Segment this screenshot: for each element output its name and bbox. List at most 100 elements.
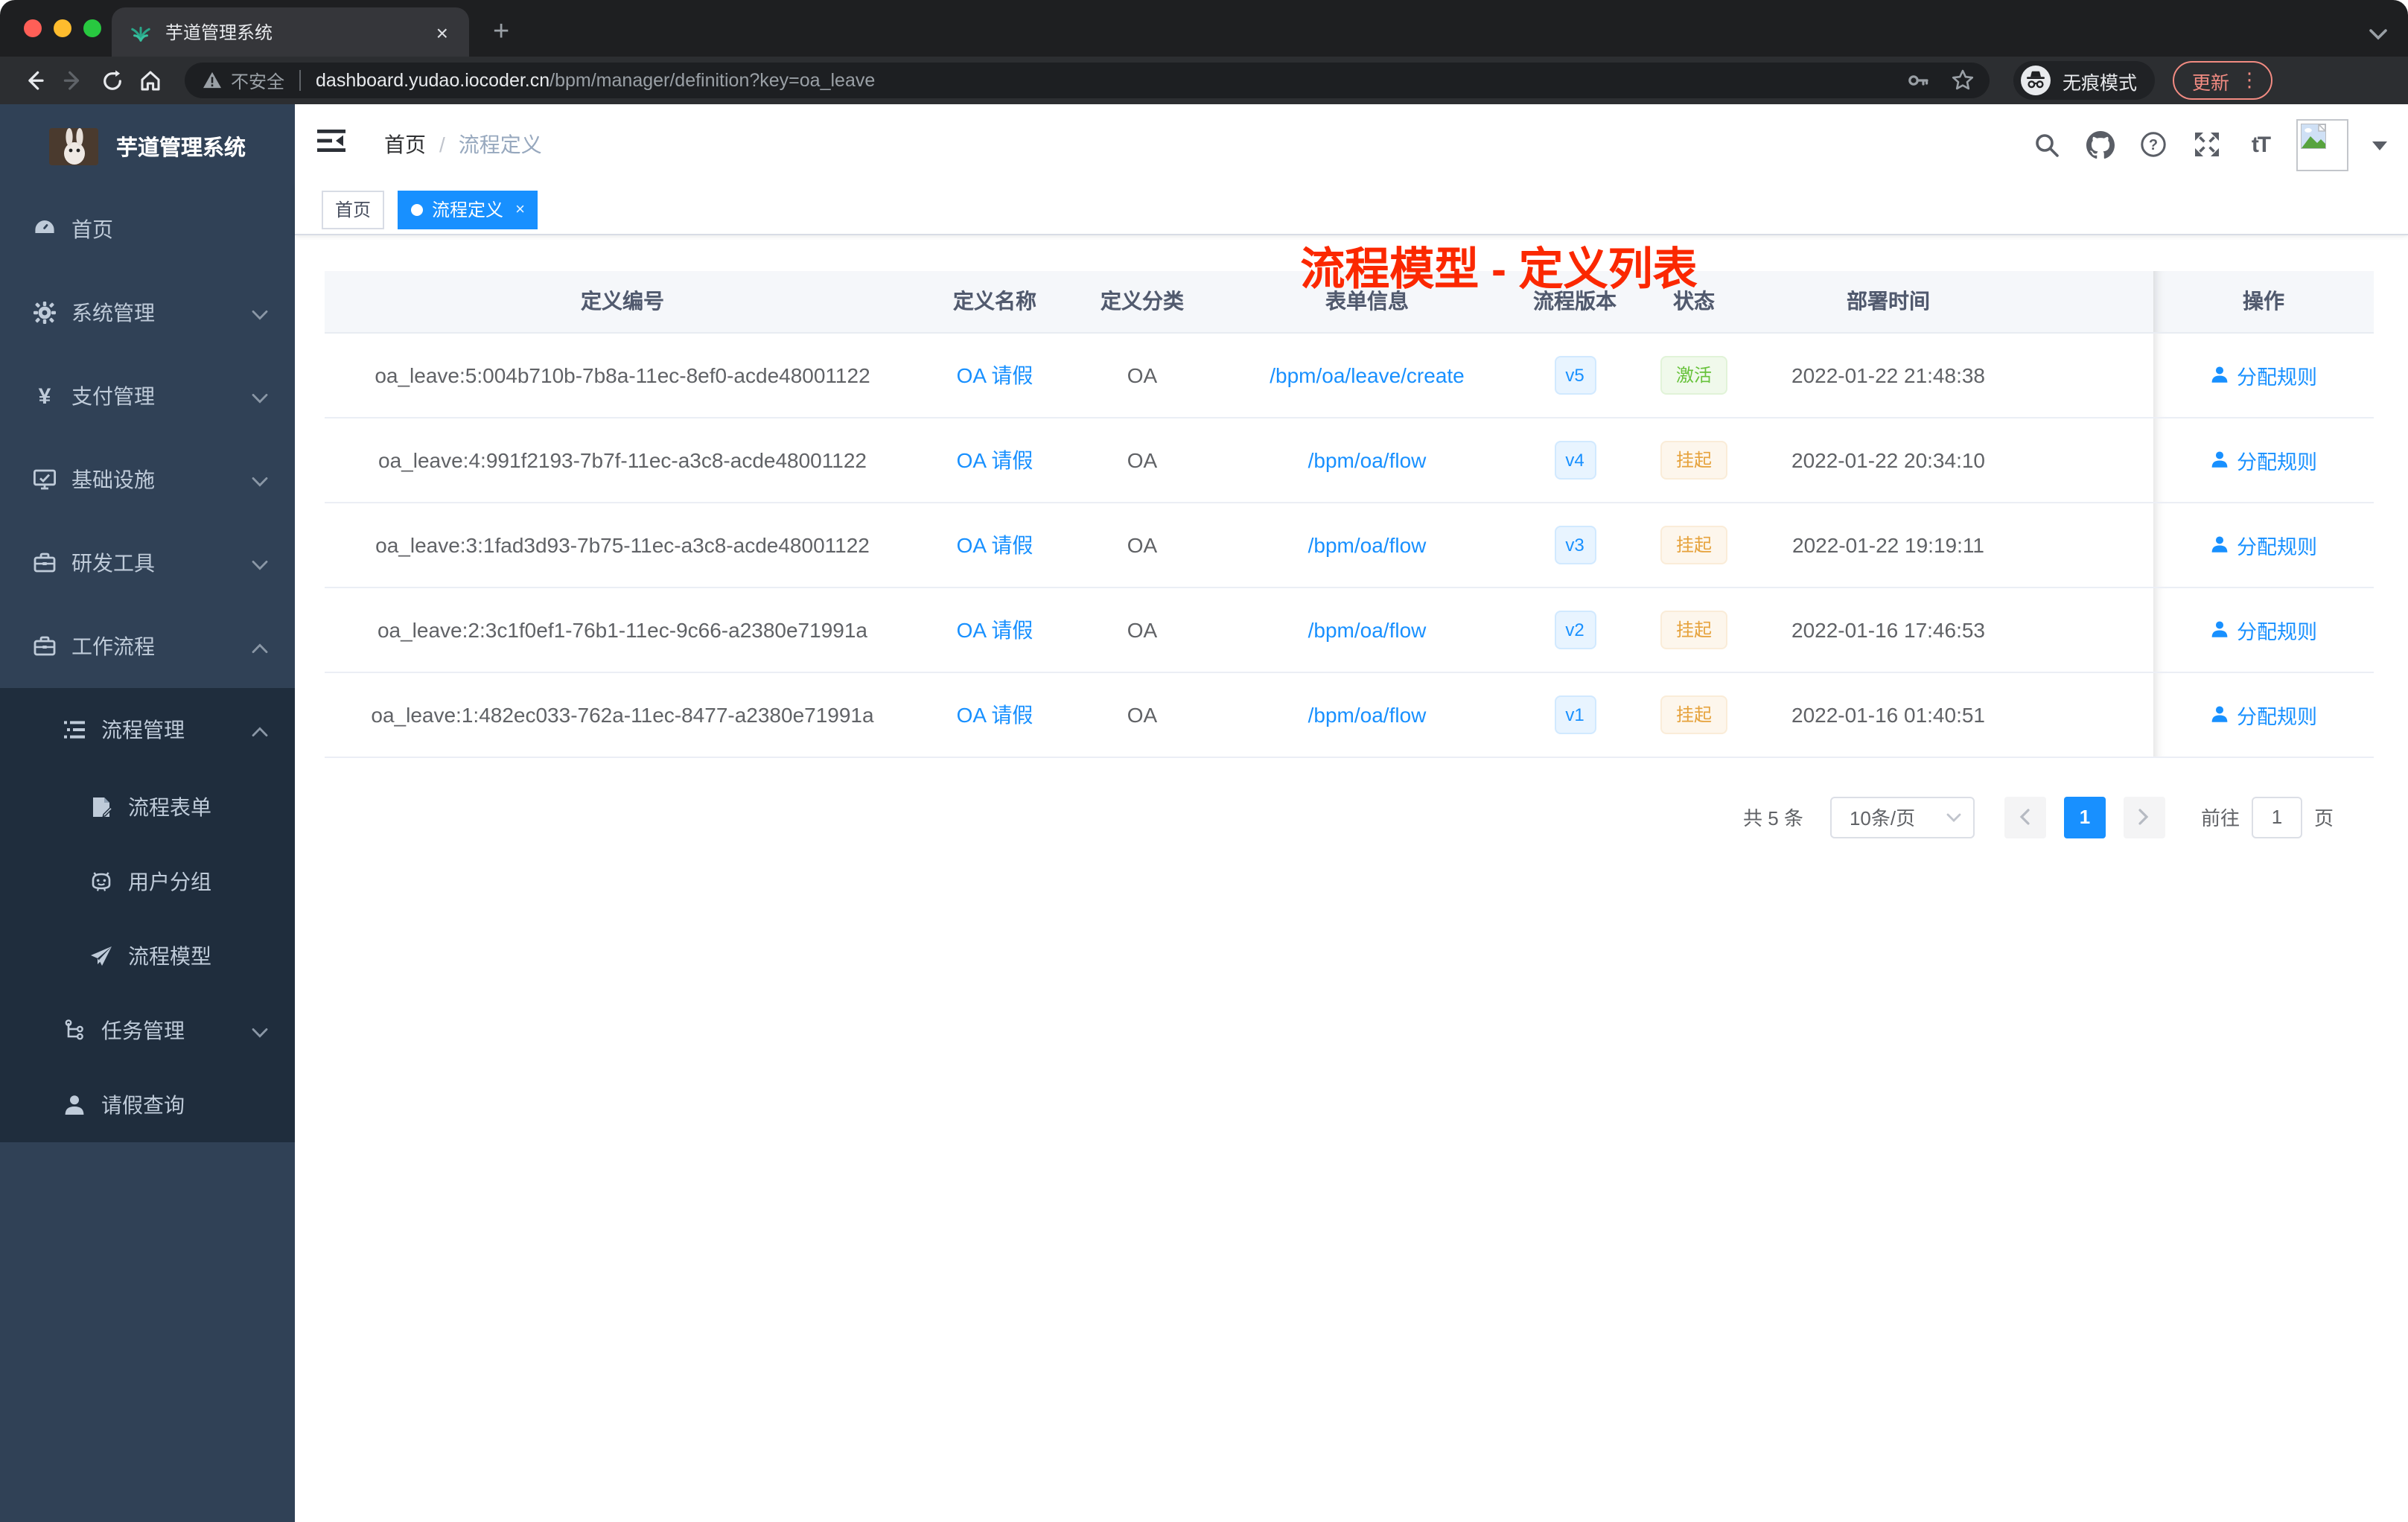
- help-icon[interactable]: ?: [2138, 130, 2168, 159]
- monitor-icon: [33, 468, 57, 491]
- assign-rule-button[interactable]: 分配规则: [2210, 699, 2317, 729]
- robot-icon: [89, 870, 113, 894]
- home-button[interactable]: [134, 64, 167, 97]
- page-content: 定义编号 定义名称 定义分类 表单信息 流程版本 状态 部署时间 操作 oa_l…: [295, 235, 2408, 838]
- tag-close-icon[interactable]: ×: [515, 200, 525, 218]
- page-number-button[interactable]: 1: [2063, 796, 2106, 838]
- breadcrumb: 首页 / 流程定义: [384, 130, 542, 159]
- col-status: 状态: [1631, 271, 1757, 333]
- assign-rule-button[interactable]: 分配规则: [2210, 529, 2317, 559]
- table-row: oa_leave:2:3c1f0ef1-76b1-11ec-9c66-a2380…: [325, 587, 2374, 672]
- sidebar-item-workflow[interactable]: 工作流程: [0, 605, 295, 688]
- main-area: 首页 / 流程定义 ? tT 首页 流程定义 × 定义编号 定义名称 定义分类 …: [295, 104, 2408, 1522]
- definition-name-link[interactable]: OA 请假: [957, 532, 1033, 556]
- col-process-version: 流程版本: [1519, 271, 1631, 333]
- font-size-icon[interactable]: tT: [2246, 130, 2275, 159]
- sidebar-collapse-icon[interactable]: [317, 128, 345, 161]
- user-icon: [2211, 451, 2228, 468]
- version-badge: v4: [1554, 440, 1596, 479]
- sidebar-item-dev-tools[interactable]: 研发工具: [0, 521, 295, 605]
- status-badge: 激活: [1660, 355, 1727, 394]
- window-controls: [24, 19, 101, 37]
- screen: 芋道管理系统 × + 不安全 dashboard.yudao.iocoder.c…: [0, 0, 2408, 1522]
- version-badge: v2: [1554, 610, 1596, 649]
- assign-rule-button[interactable]: 分配规则: [2210, 445, 2317, 474]
- sidebar-item-user-group[interactable]: 用户分组: [0, 844, 295, 919]
- svg-text:?: ?: [2149, 137, 2158, 153]
- sidebar-item-payment[interactable]: ¥ 支付管理: [0, 354, 295, 438]
- browser-tab-bar: 芋道管理系统 × +: [0, 0, 2408, 57]
- definition-name-link[interactable]: OA 请假: [957, 702, 1033, 726]
- incognito-label: 无痕模式: [2063, 72, 2138, 93]
- sidebar-item-process-model[interactable]: 流程模型: [0, 919, 295, 993]
- user-icon: [2211, 621, 2228, 637]
- sidebar-item-leave-query[interactable]: 请假查询: [0, 1068, 295, 1142]
- forward-button[interactable]: [57, 64, 89, 97]
- back-button[interactable]: [18, 64, 51, 97]
- tag-process-definition[interactable]: 流程定义 ×: [398, 190, 538, 229]
- minimize-window-button[interactable]: [54, 19, 71, 37]
- chevron-left-icon: [2020, 809, 2030, 825]
- breadcrumb-separator: /: [439, 133, 445, 156]
- goto-label: 前往: [2200, 807, 2240, 830]
- close-window-button[interactable]: [24, 19, 42, 37]
- status-badge: 挂起: [1660, 695, 1727, 733]
- breadcrumb-home[interactable]: 首页: [384, 130, 426, 159]
- goto-page: 前往 页: [2201, 796, 2334, 838]
- navbar-actions: ? tT: [2031, 118, 2387, 171]
- address-bar[interactable]: 不安全 dashboard.yudao.iocoder.cn/bpm/manag…: [185, 63, 1990, 98]
- form-icon: [89, 795, 113, 819]
- github-icon[interactable]: [2085, 130, 2115, 159]
- new-tab-button[interactable]: +: [484, 18, 518, 46]
- form-info-link[interactable]: /bpm/oa/flow: [1308, 617, 1427, 641]
- browser-toolbar: 不安全 dashboard.yudao.iocoder.cn/bpm/manag…: [0, 57, 2408, 104]
- tags-view-bar: 首页 流程定义 ×: [295, 185, 2408, 235]
- avatar[interactable]: [2296, 118, 2348, 171]
- user-icon: [2211, 366, 2228, 383]
- overflow-menu-icon: ⋮: [2240, 69, 2260, 91]
- maximize-window-button[interactable]: [83, 19, 101, 37]
- sidebar-item-process-management[interactable]: 流程管理: [0, 688, 295, 770]
- search-icon[interactable]: [2031, 130, 2061, 159]
- tab-search-icon[interactable]: [2369, 21, 2387, 48]
- assign-rule-button[interactable]: 分配规则: [2210, 614, 2317, 644]
- tag-home[interactable]: 首页: [322, 190, 385, 229]
- sidebar: 芋道管理系统 首页 系统管理 ¥ 支付管理 基础设施 研发工具 工作流程 流程管…: [0, 104, 295, 1522]
- definition-id: oa_leave:3:1fad3d93-7b75-11ec-a3c8-acde4…: [325, 502, 920, 588]
- reload-button[interactable]: [95, 64, 128, 97]
- sidebar-item-process-form[interactable]: 流程表单: [0, 770, 295, 844]
- key-icon[interactable]: [1906, 69, 1930, 92]
- form-info-link[interactable]: /bpm/oa/flow: [1308, 532, 1427, 556]
- tab-close-icon[interactable]: ×: [430, 19, 454, 45]
- sidebar-item-system[interactable]: 系统管理: [0, 271, 295, 354]
- form-info-link[interactable]: /bpm/oa/flow: [1308, 702, 1427, 726]
- sidebar-item-infrastructure[interactable]: 基础设施: [0, 438, 295, 521]
- next-page-button[interactable]: [2123, 796, 2165, 838]
- goto-page-input[interactable]: [2251, 796, 2302, 838]
- definition-name-link[interactable]: OA 请假: [957, 363, 1033, 386]
- incognito-chip: 无痕模式: [2013, 61, 2156, 100]
- definition-id: oa_leave:2:3c1f0ef1-76b1-11ec-9c66-a2380…: [325, 587, 920, 672]
- definition-table: 定义编号 定义名称 定义分类 表单信息 流程版本 状态 部署时间 操作 oa_l…: [325, 271, 2374, 757]
- version-badge: v5: [1554, 355, 1596, 394]
- bookmark-star-icon[interactable]: [1951, 69, 1975, 92]
- definition-name-link[interactable]: OA 请假: [957, 617, 1033, 641]
- browser-tab[interactable]: 芋道管理系统 ×: [112, 7, 469, 57]
- caret-down-icon[interactable]: [2372, 131, 2387, 158]
- sidebar-item-home[interactable]: 首页: [0, 188, 295, 271]
- deploy-time: 2022-01-16 01:40:51: [1757, 672, 2019, 757]
- prev-page-button[interactable]: [2004, 796, 2046, 838]
- url-domain: dashboard.yudao.iocoder.cn: [316, 70, 550, 91]
- sidebar-item-task-management[interactable]: 任务管理: [0, 993, 295, 1068]
- assign-rule-button[interactable]: 分配规则: [2210, 360, 2317, 389]
- col-form-info: 表单信息: [1215, 271, 1519, 333]
- form-info-link[interactable]: /bpm/oa/flow: [1308, 448, 1427, 471]
- table-row: oa_leave:3:1fad3d93-7b75-11ec-a3c8-acde4…: [325, 502, 2374, 588]
- page-size-select[interactable]: 10条/页: [1829, 796, 1975, 838]
- browser-update-menu-button[interactable]: 更新 ⋮: [2173, 61, 2273, 100]
- definition-name-link[interactable]: OA 请假: [957, 448, 1033, 471]
- form-info-link[interactable]: /bpm/oa/leave/create: [1270, 363, 1465, 386]
- total-count: 共 5 条: [1743, 807, 1803, 830]
- fullscreen-icon[interactable]: [2192, 130, 2222, 159]
- sidebar-logo[interactable]: 芋道管理系统: [0, 104, 295, 188]
